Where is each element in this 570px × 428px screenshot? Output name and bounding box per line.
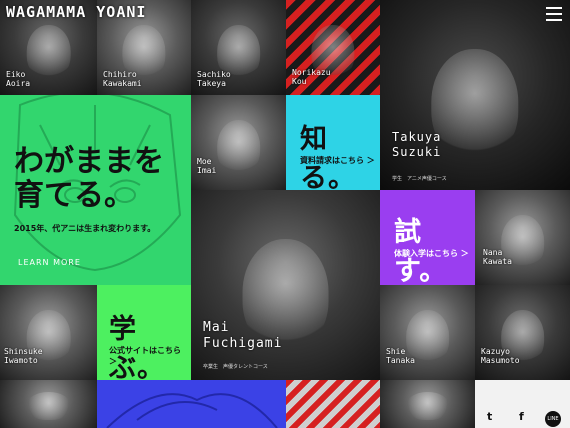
person-name: Shinsuke Iwamoto (4, 347, 43, 365)
course-label: 学生 アニメ声優コース (392, 176, 447, 182)
person-name: Norikazu Kou (292, 68, 331, 86)
hero-subtitle: 2015年、代アニは生まれ変わります。 (14, 224, 156, 233)
hero-panel: わがままを 育てる。 2015年、代アニは生まれ変わります。 LEARN MOR… (0, 95, 191, 285)
twitter-icon[interactable]: t (487, 410, 492, 423)
photo-tile-bottom-1[interactable] (0, 380, 97, 428)
photo-tile-bottom-3[interactable] (380, 380, 475, 428)
card-title: 学ぶ。 (109, 314, 165, 380)
person-name: Eiko Aoira (6, 70, 31, 88)
card-manabu[interactable]: 学ぶ。 公式サイトはこちら ＞ (97, 285, 191, 380)
learn-more-link[interactable]: LEARN MORE (18, 258, 81, 267)
person-name: Nana Kawata (483, 248, 512, 266)
person-name: Moe Imai (197, 157, 217, 175)
person-name: Shie Tanaka (386, 347, 415, 365)
photo-tile-kou[interactable]: Norikazu Kou (286, 0, 380, 95)
photo-tile-masumoto[interactable]: Kazuyo Masumoto (475, 285, 570, 380)
social-bar: t f LINE (475, 380, 570, 428)
card-link[interactable]: 資料請求はこちら ＞ (300, 155, 375, 166)
facebook-icon[interactable]: f (519, 410, 524, 423)
line-icon[interactable]: LINE (545, 411, 561, 427)
person-name: Sachiko Takeya (197, 70, 231, 88)
hero-headline: わがままを 育てる。 (14, 144, 164, 213)
card-link[interactable]: 公式サイトはこちら ＞ (109, 345, 191, 367)
hamburger-menu-icon[interactable] (546, 7, 562, 21)
person-name: Kazuyo Masumoto (481, 347, 520, 365)
photo-tile-tanaka[interactable]: Shie Tanaka (380, 285, 475, 380)
person-name: Chihiro Kawakami (103, 70, 142, 88)
anime-lineart (106, 393, 278, 428)
photo-tile-takeya[interactable]: Sachiko Takeya (191, 0, 286, 95)
site-logo[interactable]: WAGAMAMA YOANI (6, 3, 146, 21)
card-tamesu[interactable]: 試す。 体験入学はこちら ＞ (380, 190, 475, 285)
photo-tile-fuchigami[interactable]: Mai Fuchigami 卒業生 声優タレントコース (191, 190, 380, 380)
photo-tile-suzuki[interactable]: Takuya Suzuki 学生 アニメ声優コース (380, 0, 570, 190)
photo-tile-iwamoto[interactable]: Shinsuke Iwamoto (0, 285, 97, 380)
photo-tile-imai[interactable]: Moe Imai (191, 95, 286, 190)
anime-tile-blue[interactable] (97, 380, 286, 428)
card-shiru[interactable]: 知る。 資料請求はこちら ＞ (286, 95, 380, 190)
card-link[interactable]: 体験入学はこちら ＞ (394, 248, 469, 259)
person-name: Takuya Suzuki (392, 130, 442, 159)
card-title: 知る。 (300, 124, 356, 190)
photo-tile-kawata[interactable]: Nana Kawata (475, 190, 570, 285)
course-label: 卒業生 声優タレントコース (203, 364, 268, 370)
photo-tile-bottom-2[interactable] (286, 380, 380, 428)
person-name: Mai Fuchigami (203, 320, 283, 351)
